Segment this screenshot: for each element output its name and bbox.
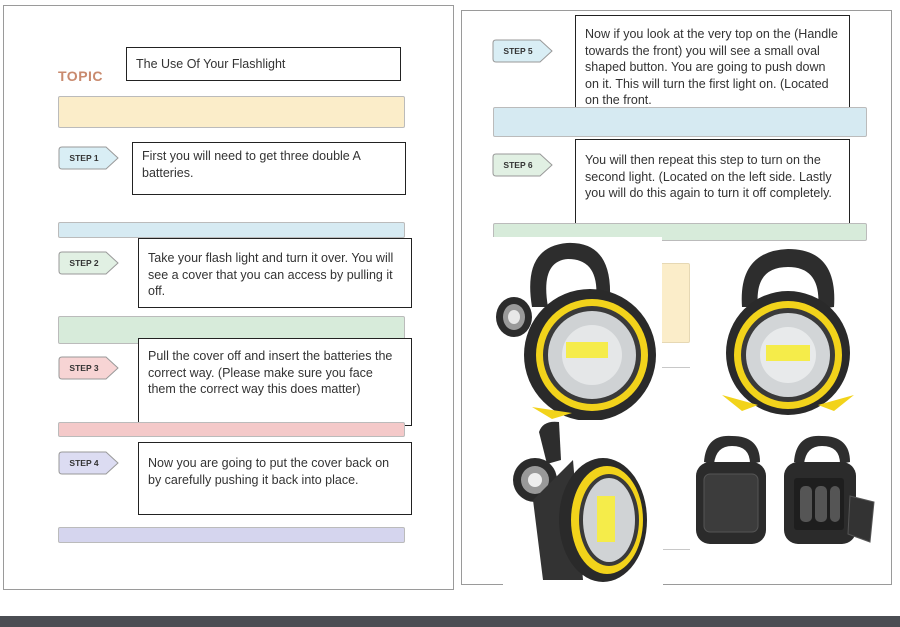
step-6-badge: STEP 6 <box>492 153 554 177</box>
step-1-label: STEP 1 <box>69 153 99 163</box>
topic-title-box: The Use Of Your Flashlight <box>126 47 401 81</box>
step-1-badge: STEP 1 <box>58 146 120 170</box>
step-4-badge: STEP 4 <box>58 451 120 475</box>
step-4-label: STEP 4 <box>69 458 99 468</box>
step-3-label: STEP 3 <box>69 363 99 373</box>
step-2-box: Take your flash light and turn it over. … <box>138 238 412 308</box>
topic-title: The Use Of Your Flashlight <box>136 57 286 71</box>
step-3-badge: STEP 3 <box>58 356 120 380</box>
step-2-label: STEP 2 <box>69 258 99 268</box>
step-6-text: You will then repeat this step to turn o… <box>585 153 832 200</box>
step-5-band <box>493 107 867 137</box>
flashlight-front-photo <box>708 245 868 417</box>
step-2-badge: STEP 2 <box>58 251 120 275</box>
topic-label: TOPIC <box>58 68 104 84</box>
step-2-text: Take your flash light and turn it over. … <box>148 251 394 298</box>
footer-bar <box>0 616 900 627</box>
step-1-band <box>58 222 405 238</box>
flashlight-front-angle-photo <box>492 237 662 422</box>
step-5-badge: STEP 5 <box>492 39 554 63</box>
step-6-box: You will then repeat this step to turn o… <box>575 139 850 227</box>
step-3-band <box>58 422 405 437</box>
step-4-band <box>58 527 405 543</box>
step-1-box: First you will need to get three double … <box>132 142 406 195</box>
step-4-box: Now you are going to put the cover back … <box>138 442 412 515</box>
step-5-label: STEP 5 <box>503 46 533 56</box>
step-5-box: Now if you look at the very top on the (… <box>575 15 850 119</box>
topic-band <box>58 96 405 128</box>
step-1-text: First you will need to get three double … <box>142 149 361 180</box>
step-4-text: Now you are going to put the cover back … <box>148 456 390 487</box>
flashlight-back-battery-cover-photo <box>690 432 880 550</box>
flashlight-side-photo <box>503 420 663 585</box>
step-6-label: STEP 6 <box>503 160 533 170</box>
document-page-left: TOPIC The Use Of Your Flashlight STEP 1 … <box>3 5 454 590</box>
step-3-box: Pull the cover off and insert the batter… <box>138 338 412 426</box>
step-3-text: Pull the cover off and insert the batter… <box>148 349 393 396</box>
step-5-text: Now if you look at the very top on the (… <box>585 27 838 107</box>
